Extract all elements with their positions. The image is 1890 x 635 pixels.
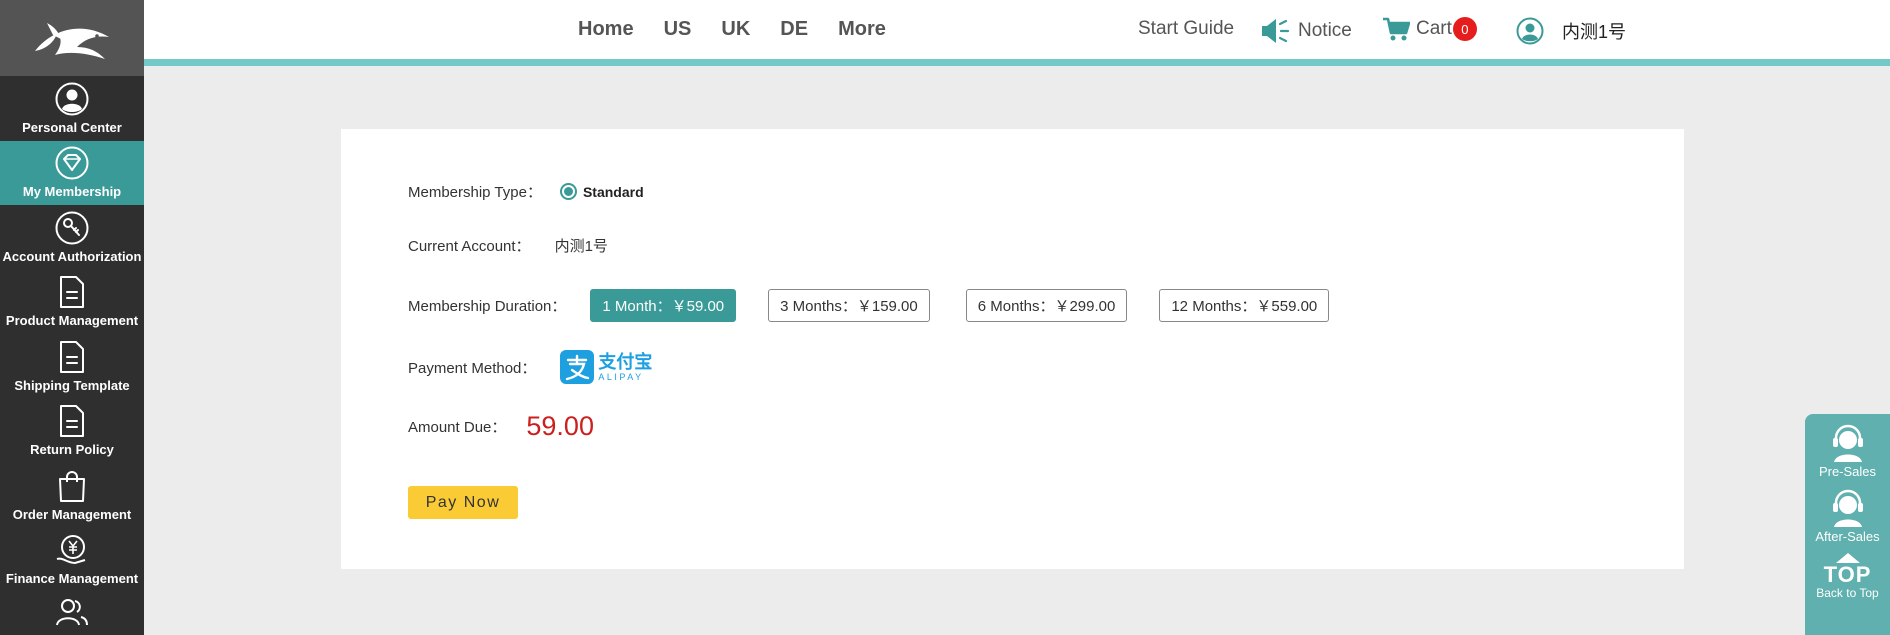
avatar-icon xyxy=(1516,17,1544,45)
megaphone-icon xyxy=(1262,19,1290,43)
after-sales-label: After-Sales xyxy=(1815,529,1880,544)
logo[interactable] xyxy=(0,0,144,76)
sidebar-item-label: Account Authorization xyxy=(2,248,142,264)
sidebar-item-finance-management[interactable]: Finance Management xyxy=(0,528,144,593)
sidebar-item-shipping-template[interactable]: Shipping Template xyxy=(0,334,144,399)
current-account-row: Current Account： 内测1号 xyxy=(408,235,608,256)
duration-option-6-months[interactable]: 6 Months：￥299.00 xyxy=(965,289,1128,322)
support-float-panel: Pre-Sales After-Sales TOP Back to Top xyxy=(1805,414,1890,635)
cart-icon xyxy=(1383,17,1410,41)
sidebar-item-label: Personal Center xyxy=(22,119,122,135)
document-icon xyxy=(54,403,90,439)
pre-sales-button[interactable]: Pre-Sales xyxy=(1805,424,1890,479)
sidebar-item-label: Return Policy xyxy=(30,442,114,457)
notice-label: Notice xyxy=(1298,20,1352,41)
cart-label: Cart xyxy=(1416,18,1452,39)
nav-home[interactable]: Home xyxy=(578,18,634,41)
alipay-logo-icon xyxy=(560,350,595,384)
standard-radio[interactable] xyxy=(559,183,577,200)
top-header: Home US UK DE More Start Guide Notice Ca… xyxy=(144,0,1890,66)
person-icon xyxy=(54,81,90,117)
sidebar-item-return-policy[interactable]: Return Policy xyxy=(0,399,144,464)
cart-count-badge: 0 xyxy=(1452,17,1477,41)
back-to-top-button[interactable]: TOP Back to Top xyxy=(1805,552,1890,600)
amount-due-value: 59.00 xyxy=(526,411,594,441)
current-account-value: 内测1号 xyxy=(554,238,608,255)
payment-method-row: Payment Method： 支付宝 ALIPAY xyxy=(408,350,652,384)
user-menu[interactable]: 内测1号 xyxy=(1516,17,1626,45)
headset-icon xyxy=(1832,489,1863,527)
nav-uk[interactable]: UK xyxy=(721,18,750,41)
sidebar-item-product-management[interactable]: Product Management xyxy=(0,270,144,335)
current-account-label: Current Account： xyxy=(408,238,531,255)
sidebar-item-label: Order Management xyxy=(12,506,132,522)
alipay-sub-text: ALIPAY xyxy=(598,371,644,382)
start-guide-label: Start Guide xyxy=(1138,18,1235,39)
alipay-text: 支付宝 xyxy=(598,351,653,372)
sidebar-item-users[interactable] xyxy=(0,592,144,629)
amount-due-label: Amount Due： xyxy=(408,419,507,436)
document-icon xyxy=(54,339,90,375)
nav-more[interactable]: More xyxy=(838,18,886,41)
alipay-option[interactable]: 支付宝 ALIPAY xyxy=(560,350,652,384)
nav-us[interactable]: US xyxy=(664,18,692,41)
cart-link[interactable]: Cart 0 xyxy=(1382,16,1477,42)
shopping-bag-icon xyxy=(54,468,90,504)
after-sales-button[interactable]: After-Sales xyxy=(1805,489,1890,544)
payment-method-label: Payment Method： xyxy=(408,359,537,377)
headset-icon xyxy=(1832,424,1863,462)
diamond-icon xyxy=(54,145,90,181)
back-to-top-label: Back to Top xyxy=(1816,586,1879,600)
sidebar-item-my-membership[interactable]: My Membership xyxy=(0,140,144,205)
sidebar-item-order-management[interactable]: Order Management xyxy=(0,463,144,528)
sidebar-item-label: My Membership xyxy=(22,184,122,199)
duration-option-1-month[interactable]: 1 Month：￥59.00 xyxy=(590,289,737,322)
pay-now-button[interactable]: Pay Now xyxy=(408,486,518,519)
duration-option-3-months[interactable]: 3 Months：￥159.00 xyxy=(768,289,930,322)
notice-link[interactable]: Notice xyxy=(1260,17,1352,45)
sidebar-item-label: Finance Management xyxy=(5,571,139,586)
nav-de[interactable]: DE xyxy=(780,18,808,41)
membership-type-label: Membership Type： xyxy=(408,184,542,201)
username-label: 内测1号 xyxy=(1562,22,1627,42)
sidebar-item-account-authorization[interactable]: Account Authorization xyxy=(0,205,144,270)
document-icon xyxy=(54,274,90,310)
key-icon xyxy=(54,210,90,246)
pre-sales-label: Pre-Sales xyxy=(1818,464,1877,479)
sidebar-item-label: Product Management xyxy=(5,313,139,328)
yuan-hand-icon xyxy=(54,532,90,568)
duration-row: Membership Duration： 1 Month：￥59.00 3 Mo… xyxy=(408,289,1351,322)
membership-type-row: Membership Type： Standard xyxy=(408,181,644,202)
standard-radio-label[interactable]: Standard xyxy=(583,184,644,200)
sidebar-item-personal-center[interactable]: Personal Center xyxy=(0,76,144,141)
sidebar-item-label: Shipping Template xyxy=(14,377,130,393)
users-icon xyxy=(54,595,90,629)
membership-card: Membership Type： Standard Current Accoun… xyxy=(341,129,1684,569)
top-label: TOP xyxy=(1823,562,1872,587)
duration-option-12-months[interactable]: 12 Months：￥559.00 xyxy=(1159,289,1330,322)
duration-label: Membership Duration： xyxy=(408,298,567,315)
main-nav: Home US UK DE More xyxy=(578,18,916,41)
amount-due-row: Amount Due： 59.00 xyxy=(408,411,594,442)
start-guide-link[interactable]: Start Guide xyxy=(1138,18,1234,40)
sidebar: Personal Center My Membership Account Au… xyxy=(0,0,144,635)
shark-logo-icon xyxy=(35,23,109,59)
